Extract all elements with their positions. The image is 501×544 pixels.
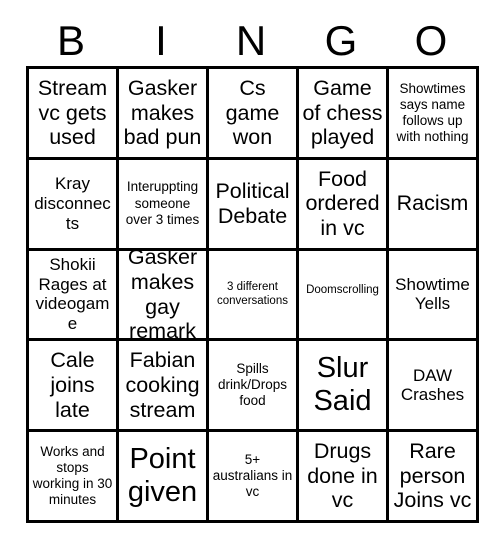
bingo-cell-i3[interactable]: Gasker makes gay remark [119,250,209,342]
bingo-cell-n5[interactable]: 5+ australians in vc [209,432,299,523]
bingo-cell-o3[interactable]: Showtime Yells [389,250,479,342]
bingo-cell-n2[interactable]: Political Debate [209,159,299,251]
bingo-cell-label: Game of chess played [302,75,383,150]
header-letter-n: N [235,17,267,64]
bingo-cell-label: Works and stops working in 30 minutes [32,443,113,508]
bingo-cell-label: Fabian cooking stream [125,348,200,422]
bingo-cell-label: 5+ australians in vc [212,451,293,500]
bingo-cell-g2[interactable]: Food ordered in vc [299,159,389,251]
bingo-cell-i5[interactable]: Point given [119,432,209,523]
bingo-cell-b4[interactable]: Cale joins late [29,341,119,433]
bingo-cell-label: Drugs done in vc [307,439,378,513]
bingo-cell-o4[interactable]: DAW Crashes [389,341,479,433]
bingo-cell-n3[interactable]: 3 different conversations [209,250,299,342]
bingo-cell-label: DAW Crashes [400,365,465,405]
bingo-cell-b5[interactable]: Works and stops working in 30 minutes [29,432,119,523]
bingo-cell-label: 3 different conversations [217,281,288,308]
bingo-cell-label: Cale joins late [50,348,95,422]
bingo-cell-label: Slur Said [313,352,372,418]
bingo-cell-label: Gasker makes bad pun [123,75,202,150]
bingo-cell-i1[interactable]: Gasker makes bad pun [119,69,209,160]
bingo-cell-label: Interuppting someone over 3 times [125,179,200,227]
bingo-cell-n4[interactable]: Spills drink/Drops food [209,341,299,433]
bingo-cell-g1[interactable]: Game of chess played [299,69,389,160]
bingo-cell-label: Racism [396,191,469,216]
bingo-cell-g3[interactable]: Doomscrolling [299,250,389,342]
bingo-cell-label: Shokii Rages at videogame [35,255,110,334]
bingo-cell-g5[interactable]: Drugs done in vc [299,432,389,523]
bingo-cell-i4[interactable]: Fabian cooking stream [119,341,209,433]
bingo-cell-b2[interactable]: Kray disconnects [29,159,119,251]
header-letter-b: B [56,17,85,64]
bingo-cell-label: Rare person Joins vc [393,439,472,513]
bingo-cell-b1[interactable]: Stream vc gets used [29,69,119,160]
bingo-cell-label: Stream vc gets used [37,75,108,150]
bingo-cell-label: Showtimes says name follows up with noth… [396,80,469,145]
bingo-cell-label: Food ordered in vc [305,166,380,241]
header-letter-g: G [324,17,358,64]
bingo-cell-g4[interactable]: Slur Said [299,341,389,433]
bingo-cell-o5[interactable]: Rare person Joins vc [389,432,479,523]
bingo-cell-label: Showtime Yells [395,274,470,314]
bingo-cell-o2[interactable]: Racism [389,159,479,251]
bingo-cell-o1[interactable]: Showtimes says name follows up with noth… [389,69,479,160]
bingo-grid: Stream vc gets used Gasker makes bad pun… [26,66,479,523]
bingo-cell-label: Kray disconnects [34,174,111,233]
header-letter-i: I [155,17,167,64]
bingo-cell-label: Doomscrolling [306,284,379,297]
bingo-cell-label: Point given [127,443,198,509]
bingo-cell-n1[interactable]: Cs game won [209,69,299,160]
header-letter-o: O [414,17,448,64]
bingo-cell-i2[interactable]: Interuppting someone over 3 times [119,159,209,251]
bingo-cell-b3[interactable]: Shokii Rages at videogame [29,250,119,342]
bingo-cell-label: Political Debate [215,178,290,228]
bingo-card: B I N G O Stream vc gets used Gasker mak… [0,0,501,544]
bingo-cell-label: Gasker makes gay remark [127,250,198,342]
bingo-cell-label: Cs game won [225,75,280,150]
bingo-header: B I N G O [26,16,476,66]
bingo-cell-label: Spills drink/Drops food [217,361,288,409]
